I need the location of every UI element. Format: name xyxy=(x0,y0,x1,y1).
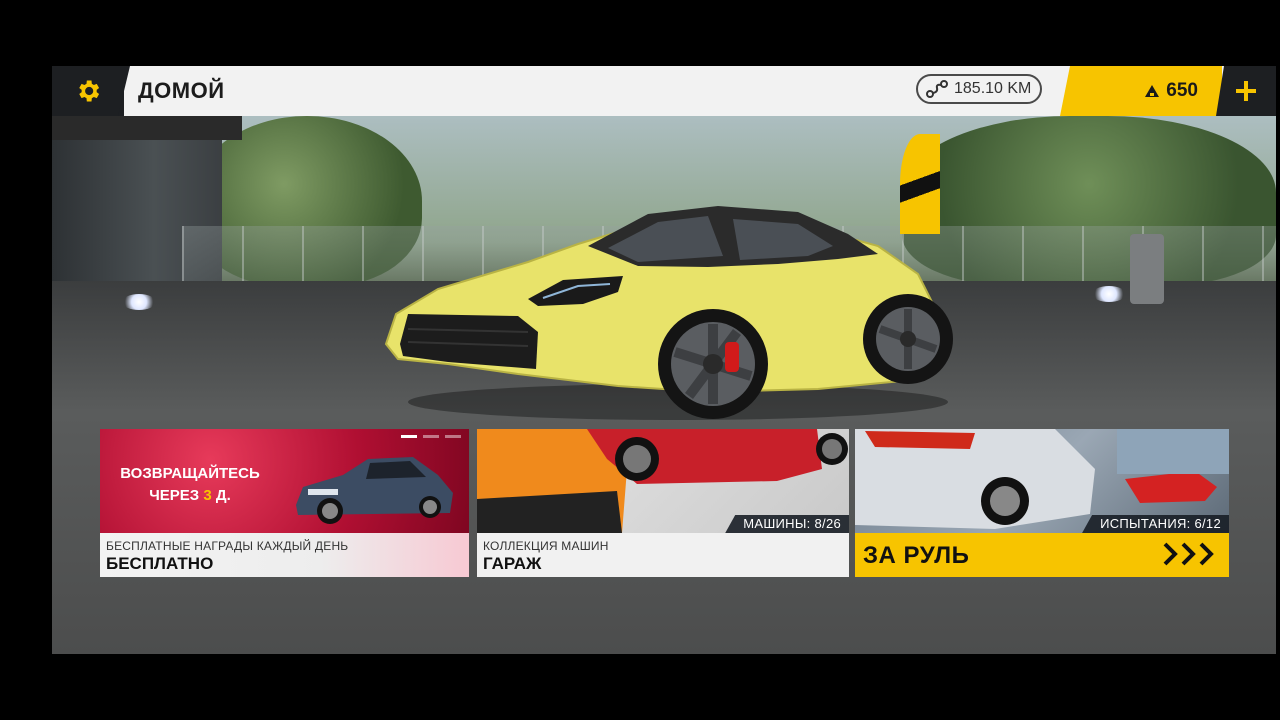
plus-icon xyxy=(1236,81,1256,101)
drive-banner: ИСПЫТАНИЯ: 6/12 xyxy=(855,429,1229,533)
gold-pile-icon xyxy=(1145,85,1160,97)
bollard xyxy=(1130,234,1164,304)
currency-display: 650 xyxy=(1060,66,1222,116)
floor-lamp-right xyxy=(1092,286,1126,302)
promo-line-2: ЧЕРЕЗ 3 Д. xyxy=(149,487,231,504)
daily-rewards-banner: ВОЗВРАЩАЙТЕСЬ ЧЕРЕЗ 3 Д. xyxy=(100,429,469,533)
garage-card[interactable]: МАШИНЫ: 8/26 КОЛЛЕКЦИЯ МАШИН ГАРАЖ xyxy=(477,429,849,577)
daily-rewards-footer: БЕСПЛАТНЫЕ НАГРАДЫ КАЖДЫЙ ДЕНЬ БЕСПЛАТНО xyxy=(100,533,469,577)
currency-value: 650 xyxy=(1166,80,1198,101)
featured-car[interactable] xyxy=(378,164,968,424)
gear-icon xyxy=(79,80,100,102)
promo-days: 3 xyxy=(203,487,212,504)
top-bar: ДОМОЙ 185.10 KM 650 xyxy=(52,66,1276,116)
cars-count-badge: МАШИНЫ: 8/26 xyxy=(725,515,849,533)
drive-card[interactable]: ИСПЫТАНИЯ: 6/12 ЗА РУЛЬ xyxy=(855,429,1229,577)
route-icon xyxy=(926,80,948,98)
carousel-dot[interactable] xyxy=(423,435,439,438)
challenges-count-badge: ИСПЫТАНИЯ: 6/12 xyxy=(1082,515,1229,533)
garage-footer: КОЛЛЕКЦИЯ МАШИН ГАРАЖ xyxy=(477,533,849,577)
promo-line-1: ВОЗВРАЩАЙТЕСЬ xyxy=(120,465,260,482)
garage-banner: МАШИНЫ: 8/26 xyxy=(477,429,849,533)
promo-text: ВОЗВРАЩАЙТЕСЬ ЧЕРЕЗ 3 Д. xyxy=(100,463,280,507)
reward-car-image xyxy=(296,457,453,524)
triple-chevron-right-icon xyxy=(1163,542,1214,566)
floor-lamp-left xyxy=(122,294,156,310)
drive-footer: ЗА РУЛЬ xyxy=(855,533,1229,577)
daily-rewards-card[interactable]: ВОЗВРАЩАЙТЕСЬ ЧЕРЕЗ 3 Д. БЕСПЛАТНЫЕ НАГР… xyxy=(100,429,469,577)
daily-rewards-title: БЕСПЛАТНО xyxy=(106,554,214,573)
carousel-dots xyxy=(401,435,461,438)
settings-button[interactable] xyxy=(52,66,124,116)
carousel-dot[interactable] xyxy=(401,435,417,438)
distance-counter: 185.10 KM xyxy=(916,74,1042,104)
garage-title: ГАРАЖ xyxy=(483,554,542,573)
page-title: ДОМОЙ xyxy=(138,78,225,103)
garage-subtitle: КОЛЛЕКЦИЯ МАШИН xyxy=(483,539,609,553)
distance-value: 185.10 KM xyxy=(954,80,1032,97)
add-currency-button[interactable] xyxy=(1216,66,1276,116)
daily-rewards-subtitle: БЕСПЛАТНЫЕ НАГРАДЫ КАЖДЫЙ ДЕНЬ xyxy=(106,539,349,553)
drive-title: ЗА РУЛЬ xyxy=(863,542,970,569)
carousel-dot[interactable] xyxy=(445,435,461,438)
